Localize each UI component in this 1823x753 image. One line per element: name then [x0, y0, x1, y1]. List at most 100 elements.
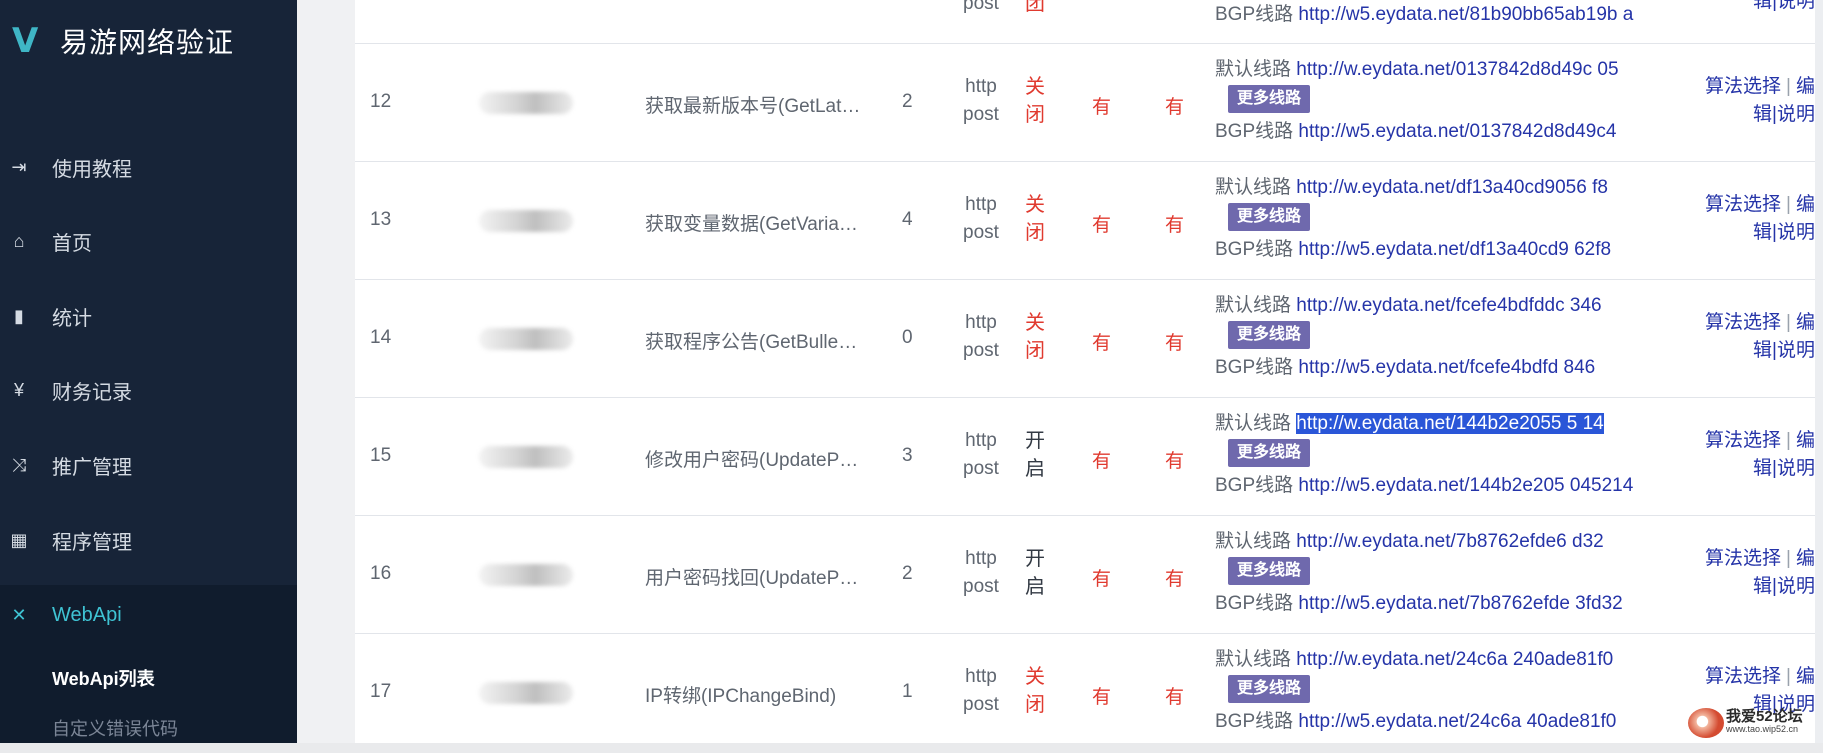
status-char-1: 开 [1025, 548, 1045, 570]
sidebar-item-webapi[interactable]: ✕ WebApi [0, 585, 297, 645]
has-flag-2: 有 [1165, 451, 1185, 472]
default-route-url[interactable]: http://w.eydata.net/0137842d8d49c 05 [1296, 59, 1618, 80]
default-route-line: 默认线路 http://w.eydata.net/df13a40cd9056 f… [1215, 175, 1675, 200]
count-cell: 3 [902, 445, 913, 466]
bgp-route-url[interactable]: http://w5.eydata.net/0137842d8d49c4 [1298, 121, 1616, 142]
default-route-url[interactable]: http://w.eydata.net/7b8762efde6 d32 [1296, 531, 1603, 552]
scrollbar-track[interactable] [1815, 0, 1823, 743]
bgp-route-url[interactable]: http://w5.eydata.net/df13a40cd9 62f8 [1298, 239, 1611, 260]
bottom-bar [0, 743, 1823, 753]
count-cell: 2 [902, 91, 913, 112]
edit-link-part[interactable]: 编 [1796, 194, 1815, 215]
watermark: 我爱52论坛 www.tao.wip52.cn [1688, 708, 1803, 738]
sidebar-item-tutorial[interactable]: ⇥ 使用教程 [0, 137, 297, 197]
more-routes-button[interactable]: 更多线路 [1228, 203, 1311, 231]
has-flag-1: 有 [1092, 215, 1112, 236]
more-routes-button[interactable]: 更多线路 [1228, 321, 1311, 349]
status-cell[interactable]: 关闭 [1023, 191, 1047, 247]
has-flag-2: 有 [1165, 687, 1185, 708]
brand-title: 易游网络验证 [60, 27, 235, 58]
bgp-route-url[interactable]: http://w5.eydata.net/144b2e205 045214 [1298, 475, 1633, 496]
method-verb: post [963, 340, 999, 361]
bgp-route-url[interactable]: http://w5.eydata.net/81b90bb65ab19b a [1298, 4, 1633, 25]
bgp-route-line: BGP线路 http://w5.eydata.net/0137842d8d49c… [1215, 119, 1675, 144]
edit-link-part[interactable]: 编 [1796, 430, 1815, 451]
more-routes-button[interactable]: 更多线路 [1228, 557, 1311, 585]
route-lines: 默认线路 http://w.eydata.net/7b8762efde6 d32… [1215, 529, 1675, 616]
bgp-route-url[interactable]: http://w5.eydata.net/7b8762efde 3fd32 [1298, 593, 1622, 614]
doc-link[interactable]: 说明 [1777, 340, 1815, 361]
edit-link[interactable]: 辑 [1753, 576, 1772, 597]
default-route-url[interactable]: http://w.eydata.net/144b2e2055 5 14 [1296, 413, 1604, 434]
method-protocol: http [965, 76, 997, 97]
action-separator: | [1786, 666, 1791, 687]
method-verb: post [963, 104, 999, 125]
edit-link[interactable]: 辑 [1753, 104, 1772, 125]
sidebar-item-home[interactable]: ⌂ 首页 [0, 211, 297, 271]
method-protocol: http [965, 548, 997, 569]
edit-link-part[interactable]: 编 [1796, 76, 1815, 97]
edit-link[interactable]: 辑 [1753, 458, 1772, 479]
status-char-2: 闭 [1025, 222, 1045, 244]
submenu-item-webapi-list[interactable]: WebApi列表 [52, 665, 155, 691]
brand[interactable]: V 易游网络验证 [12, 20, 234, 62]
sidebar-item-promotion[interactable]: ⤨ 推广管理 [0, 435, 297, 495]
actions-cell: 算法选择 | 编辑|说明 [1685, 73, 1815, 129]
status-cell[interactable]: 关闭 [1023, 663, 1047, 719]
algorithm-select-link[interactable]: 算法选择 [1705, 666, 1781, 687]
edit-link-part[interactable]: 编 [1796, 666, 1815, 687]
edit-link[interactable]: 辑 [1753, 340, 1772, 361]
algorithm-select-link[interactable]: 算法选择 [1705, 430, 1781, 451]
blurred-key-cell [479, 92, 573, 114]
default-route-url[interactable]: http://w.eydata.net/df13a40cd9056 f8 [1296, 177, 1608, 198]
count-cell: 0 [902, 327, 913, 348]
algorithm-select-link[interactable]: 算法选择 [1705, 76, 1781, 97]
bgp-route-label: BGP线路 [1215, 711, 1294, 732]
id-cell: 14 [370, 327, 392, 348]
doc-link[interactable]: 说明 [1777, 458, 1815, 479]
sign-in-icon: ⇥ [11, 156, 27, 177]
has-flag-1: 有 [1092, 451, 1112, 472]
more-routes-button[interactable]: 更多线路 [1228, 439, 1311, 467]
status-cell[interactable]: 开启 [1023, 545, 1047, 601]
status-cell[interactable]: 关闭 [1023, 309, 1047, 365]
sidebar-item-finance[interactable]: ¥ 财务记录 [0, 360, 297, 420]
bgp-route-line: BGP线路 http://w5.eydata.net/144b2e205 045… [1215, 473, 1675, 498]
method-cell: http post [958, 309, 1004, 365]
more-routes-button[interactable]: 更多线路 [1228, 85, 1311, 113]
edit-link-part[interactable]: 编 [1796, 548, 1815, 569]
edit-link-part[interactable]: 编 [1796, 312, 1815, 333]
api-name-cell: 获取程序公告(GetBulle… [645, 332, 858, 353]
sidebar-item-programs[interactable]: ▦ 程序管理 [0, 510, 297, 570]
default-route-line: 默认线路 http://w.eydata.net/144b2e2055 5 14 [1215, 411, 1675, 436]
bgp-route-label: BGP线路 [1215, 239, 1294, 260]
default-route-line: 默认线路 http://w.eydata.net/fcefe4bdfddc 34… [1215, 293, 1675, 318]
sidebar-item-stats[interactable]: ▮ 统计 [0, 286, 297, 346]
action-separator: | [1786, 194, 1791, 215]
submenu-item-error-codes[interactable]: 自定义错误代码 [52, 715, 178, 741]
bgp-route-url[interactable]: http://w5.eydata.net/fcefe4bdfd 846 [1298, 357, 1595, 378]
method-cell: http post [958, 427, 1004, 483]
watermark-title: 我爱52论坛 [1726, 708, 1803, 725]
default-route-url[interactable]: http://w.eydata.net/fcefe4bdfddc 346 [1296, 295, 1601, 316]
bgp-route-url[interactable]: http://w5.eydata.net/24c6a 40ade81f0 [1298, 711, 1616, 732]
method-verb: post [963, 458, 999, 479]
status-char-1: 开 [1025, 430, 1045, 452]
bgp-route-label: BGP线路 [1215, 4, 1294, 25]
actions-cell[interactable]: 辑|说明 [1685, 0, 1815, 16]
more-routes-button[interactable]: 更多线路 [1228, 675, 1311, 703]
bgp-route-line: BGP线路 http://w5.eydata.net/7b8762efde 3f… [1215, 591, 1675, 616]
bgp-route-label: BGP线路 [1215, 121, 1294, 142]
algorithm-select-link[interactable]: 算法选择 [1705, 312, 1781, 333]
algorithm-select-link[interactable]: 算法选择 [1705, 194, 1781, 215]
status-cell[interactable]: 开启 [1023, 427, 1047, 483]
edit-link[interactable]: 辑 [1753, 222, 1772, 243]
status-char-2: 启 [1025, 458, 1045, 480]
method-verb: post [963, 576, 999, 597]
doc-link[interactable]: 说明 [1777, 104, 1815, 125]
doc-link[interactable]: 说明 [1777, 222, 1815, 243]
algorithm-select-link[interactable]: 算法选择 [1705, 548, 1781, 569]
status-cell[interactable]: 关闭 [1023, 73, 1047, 129]
default-route-url[interactable]: http://w.eydata.net/24c6a 240ade81f0 [1296, 649, 1613, 670]
doc-link[interactable]: 说明 [1777, 576, 1815, 597]
